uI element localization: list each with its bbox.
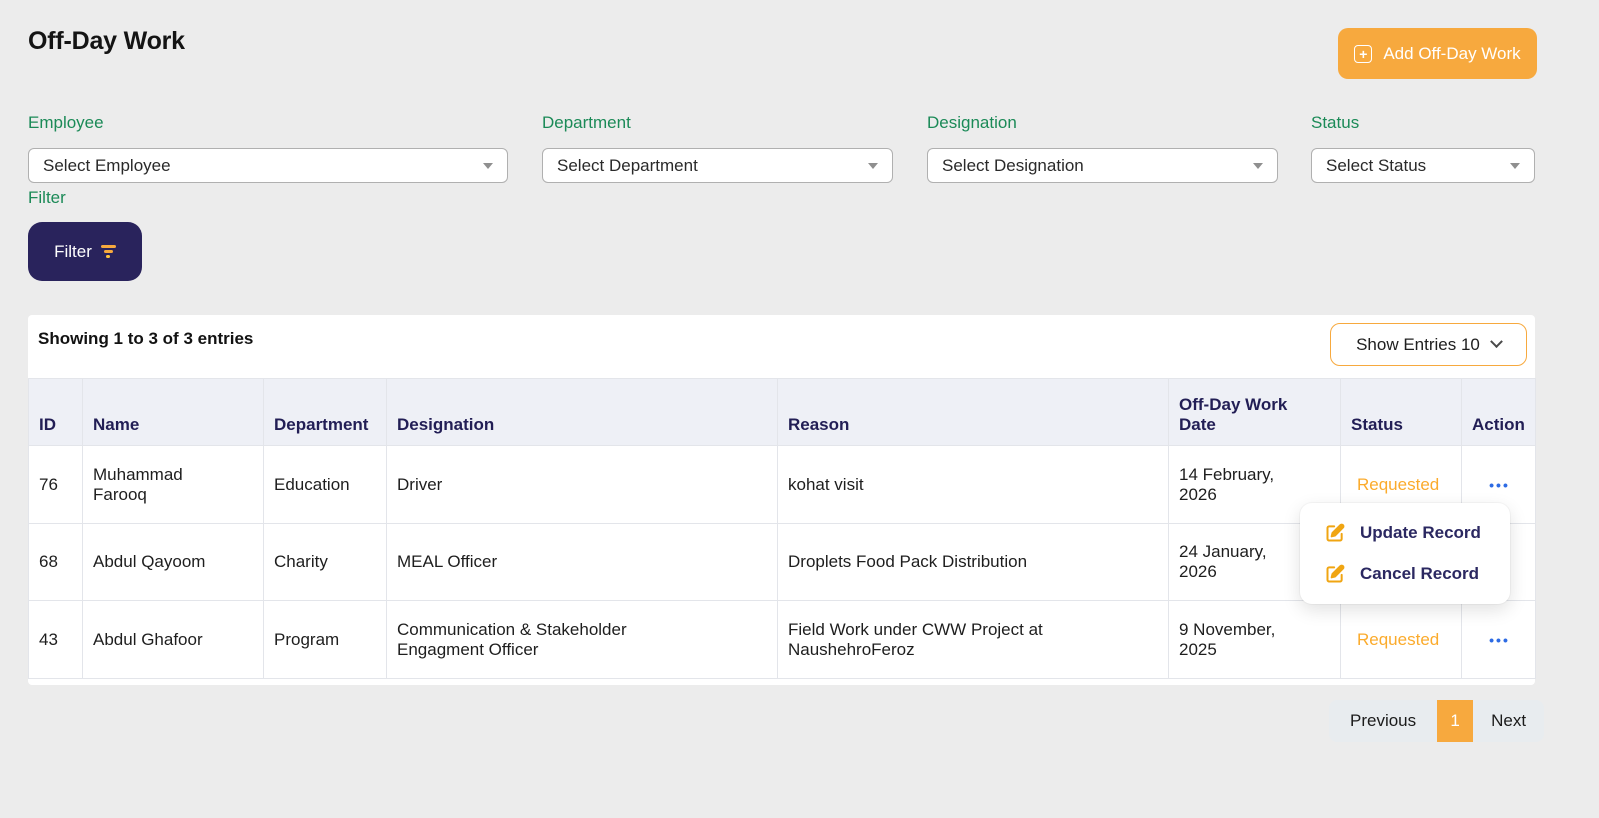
table-card: Showing 1 to 3 of 3 entries Show Entries… [28, 315, 1535, 685]
add-off-day-work-button[interactable]: + Add Off-Day Work [1338, 28, 1537, 79]
filter-button-label: Filter [54, 242, 92, 262]
cell-id: 43 [29, 601, 83, 679]
cell-id: 76 [29, 446, 83, 524]
cell-department: Education [264, 446, 387, 524]
designation-label: Designation [927, 113, 1278, 133]
filter-button[interactable]: Filter [28, 222, 142, 281]
chevron-down-icon [1490, 335, 1503, 348]
update-record-label: Update Record [1360, 523, 1481, 543]
column-header-designation: Designation [387, 379, 778, 446]
chevron-down-icon [868, 163, 878, 169]
designation-select-value: Select Designation [942, 156, 1084, 176]
filter-field-designation: Designation Select Designation [927, 113, 1278, 133]
cell-designation: Communication & Stakeholder Engagment Of… [387, 601, 778, 679]
cell-designation: MEAL Officer [387, 524, 778, 601]
previous-page-button[interactable]: Previous [1329, 700, 1437, 742]
column-header-date: Off-Day Work Date [1169, 379, 1341, 446]
page-title: Off-Day Work [28, 27, 185, 56]
filter-field-employee: Employee Select Employee [28, 113, 508, 133]
filter-funnel-icon [101, 245, 116, 258]
status-label: Status [1311, 113, 1535, 133]
cell-name: Abdul Qayoom [83, 524, 264, 601]
cell-action: ••• [1462, 601, 1536, 679]
column-header-id: ID [29, 379, 83, 446]
cell-date: 9 November, 2025 [1169, 601, 1341, 679]
update-record-menu-item[interactable]: Update Record [1300, 514, 1510, 552]
cell-department: Charity [264, 524, 387, 601]
column-header-action: Action [1462, 379, 1536, 446]
employee-select[interactable]: Select Employee [28, 148, 508, 183]
add-off-day-work-label: Add Off-Day Work [1383, 44, 1520, 64]
department-select-value: Select Department [557, 156, 698, 176]
employee-select-value: Select Employee [43, 156, 171, 176]
show-entries-label: Show Entries 10 [1356, 335, 1480, 355]
chevron-down-icon [1510, 163, 1520, 169]
row-actions-ellipsis-icon[interactable]: ••• [1489, 477, 1510, 493]
filter-field-status: Status Select Status [1311, 113, 1535, 133]
row-actions-menu: Update Record Cancel Record [1300, 503, 1510, 604]
column-header-name: Name [83, 379, 264, 446]
cancel-record-label: Cancel Record [1360, 564, 1479, 584]
current-page-indicator[interactable]: 1 [1437, 700, 1473, 742]
table-row: 43 Abdul Ghafoor Program Communication &… [29, 601, 1536, 679]
column-header-department: Department [264, 379, 387, 446]
column-header-reason: Reason [778, 379, 1169, 446]
designation-select[interactable]: Select Designation [927, 148, 1278, 183]
status-badge: Requested [1341, 601, 1462, 679]
cell-name: Muhammad Farooq [83, 446, 264, 524]
entries-summary: Showing 1 to 3 of 3 entries [38, 329, 253, 349]
pagination: Previous 1 Next [1329, 700, 1544, 742]
row-actions-ellipsis-icon[interactable]: ••• [1489, 632, 1510, 648]
filter-field-department: Department Select Department [542, 113, 893, 133]
employee-label: Employee [28, 113, 508, 133]
cell-reason: Field Work under CWW Project at Naushehr… [778, 601, 1169, 679]
cell-reason: kohat visit [778, 446, 1169, 524]
filter-section-label: Filter [28, 188, 66, 208]
department-select[interactable]: Select Department [542, 148, 893, 183]
edit-icon [1325, 564, 1345, 584]
cell-designation: Driver [387, 446, 778, 524]
status-select-value: Select Status [1326, 156, 1426, 176]
next-page-button[interactable]: Next [1473, 700, 1544, 742]
plus-square-icon: + [1354, 45, 1372, 63]
status-select[interactable]: Select Status [1311, 148, 1535, 183]
show-entries-select[interactable]: Show Entries 10 [1330, 323, 1527, 366]
chevron-down-icon [483, 163, 493, 169]
chevron-down-icon [1253, 163, 1263, 169]
cell-id: 68 [29, 524, 83, 601]
cancel-record-menu-item[interactable]: Cancel Record [1300, 555, 1510, 593]
column-header-status: Status [1341, 379, 1462, 446]
edit-icon [1325, 523, 1345, 543]
cell-reason: Droplets Food Pack Distribution [778, 524, 1169, 601]
table-header-row: ID Name Department Designation Reason Of… [29, 379, 1536, 446]
cell-department: Program [264, 601, 387, 679]
department-label: Department [542, 113, 893, 133]
cell-name: Abdul Ghafoor [83, 601, 264, 679]
